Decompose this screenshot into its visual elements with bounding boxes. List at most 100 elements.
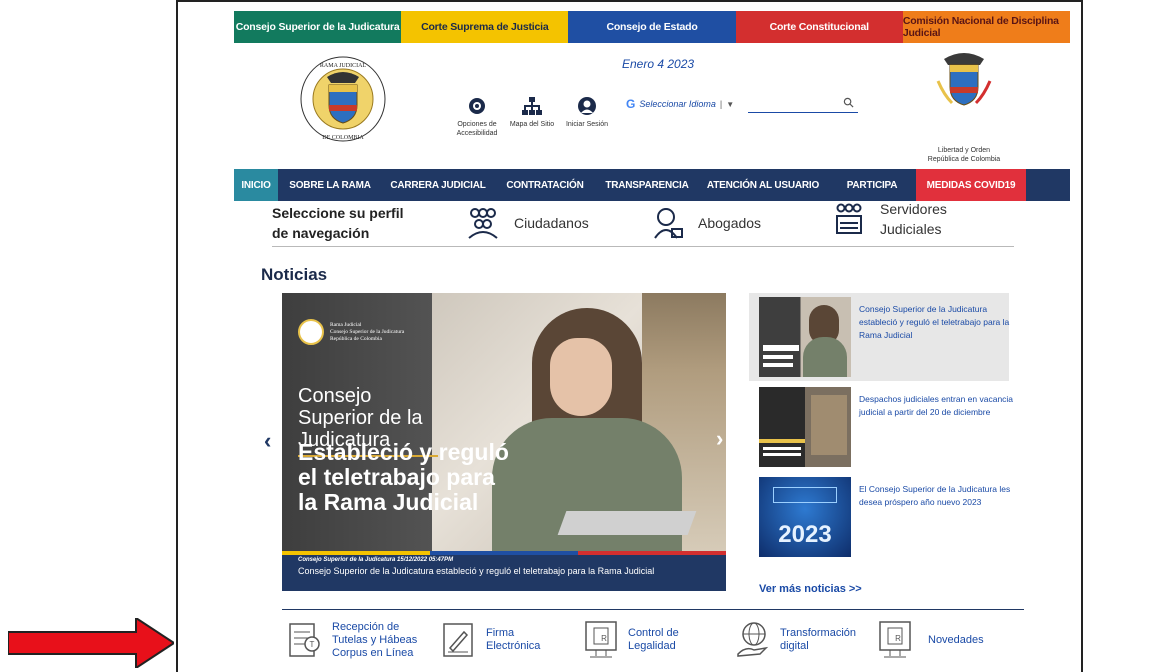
- topbar-link-comision-disciplina[interactable]: Comisión Nacional de Disciplina Judicial: [902, 11, 1071, 43]
- topbar-link-corte-suprema[interactable]: Corte Suprema de Justicia: [401, 11, 569, 43]
- slide-logo-text: Rama Judicial Consejo Superior de la Jud…: [330, 322, 404, 343]
- nav-item-medidas-covid19[interactable]: MEDIDAS COVID19: [916, 169, 1026, 201]
- service-label-firma: Firma Electrónica: [486, 627, 541, 652]
- profile-label-ciudadanos: Ciudadanos: [514, 215, 589, 231]
- news-side-text: Despachos judiciales entran en vacancia …: [859, 394, 1014, 417]
- user-icon: [578, 97, 596, 115]
- svg-text:T: T: [310, 640, 315, 649]
- google-g-icon: G: [626, 97, 636, 111]
- service-novedades[interactable]: R Novedades: [878, 620, 984, 660]
- news-thumbnail: [759, 297, 851, 377]
- chevron-down-icon: ▼: [726, 99, 735, 109]
- lawyer-icon: [654, 208, 683, 239]
- site-map-label: Mapa del Sitio: [509, 121, 555, 128]
- carousel-prev-button[interactable]: ‹: [264, 430, 271, 452]
- topbar-link-consejo-estado[interactable]: Consejo de Estado: [568, 11, 736, 43]
- news-side-text: Consejo Superior de la Judicatura establ…: [859, 304, 1010, 340]
- service-firma[interactable]: Firma Electrónica: [442, 620, 546, 660]
- svg-text:DE COLOMBIA: DE COLOMBIA: [322, 135, 364, 141]
- legal-doc-icon: R: [585, 621, 617, 658]
- news-section-title: Noticias: [261, 265, 328, 284]
- service-control-legalidad[interactable]: R Control de Legalidad: [584, 620, 688, 660]
- svg-text:R: R: [601, 634, 607, 643]
- language-separator: |: [719, 99, 723, 109]
- service-label-control: Control de Legalidad: [628, 627, 679, 652]
- coat-of-arms-caption: Libertad y Orden República de Colombia: [922, 146, 1006, 164]
- slide-logo-line-2: Consejo Superior de la Judicatura: [330, 328, 405, 335]
- services-bar: T Recepción de Tutelas y Hábeas Corpus e…: [282, 609, 1024, 672]
- globe-hand-icon: [737, 622, 769, 657]
- nav-filler: [1026, 169, 1070, 201]
- topbar-link-corte-constitucional[interactable]: Corte Constitucional: [735, 11, 903, 43]
- nav-item-transparencia[interactable]: TRANSPARENCIA: [596, 169, 698, 201]
- thumb-year-text: 2023: [778, 521, 832, 548]
- slide-seal-icon: [298, 319, 324, 345]
- tutela-icon: T: [289, 623, 320, 657]
- language-placeholder: Seleccionar Idioma: [639, 99, 716, 109]
- slide-caption-text: Consejo Superior de la Judicatura establ…: [298, 566, 655, 576]
- profile-option-abogados[interactable]: Abogados: [650, 207, 761, 239]
- slide-photo-laptop: [557, 511, 697, 535]
- nav-item-sobre-la-rama[interactable]: SOBRE LA RAMA: [278, 169, 382, 201]
- language-selector[interactable]: G Seleccionar Idioma | ▼: [626, 97, 734, 111]
- topbar-link-consejo-superior[interactable]: Consejo Superior de la Judicatura: [234, 11, 402, 43]
- search-icon[interactable]: [843, 97, 854, 108]
- carousel-next-button[interactable]: ›: [716, 428, 723, 450]
- profile-selector: Seleccione su perfil de navegación Ciuda…: [272, 201, 1014, 247]
- accessibility-options-button[interactable]: Opciones de Accesibilidad: [447, 96, 507, 138]
- red-arrow-annotation: [8, 618, 174, 668]
- svg-text:RAMA JUDICIAL: RAMA JUDICIAL: [320, 63, 367, 69]
- slide-heading-main: Estableció y reguló el teletrabajo para …: [298, 439, 509, 515]
- nav-item-contratacion[interactable]: CONTRATACIÓN: [494, 169, 596, 201]
- login-button[interactable]: Iniciar Sesión: [557, 96, 617, 129]
- news-carousel-slide[interactable]: Rama Judicial Consejo Superior de la Jud…: [282, 293, 726, 591]
- accessibility-label: Opciones de Accesibilidad: [456, 121, 498, 137]
- slide-logo-line-3: República de Colombia: [330, 335, 382, 342]
- signature-icon: [443, 623, 473, 657]
- news-side-item[interactable]: Consejo Superior de la Judicatura establ…: [749, 293, 1009, 381]
- slide-photo-face: [550, 338, 612, 416]
- news-doc-icon: R: [879, 621, 911, 658]
- more-news-link[interactable]: Ver más noticias >>: [759, 583, 862, 595]
- news-side-item[interactable]: 2023 El Consejo Superior de la Judicatur…: [749, 473, 1010, 561]
- main-navigation: INICIO SOBRE LA RAMA CARRERA JUDICIAL CO…: [234, 169, 1070, 201]
- caption-line-2: República de Colombia: [927, 156, 1001, 163]
- nav-item-inicio[interactable]: INICIO: [234, 169, 278, 201]
- rama-judicial-seal-logo[interactable]: RAMA JUDICIAL DE COLOMBIA: [299, 55, 387, 143]
- nav-item-participa[interactable]: PARTICIPA: [828, 169, 916, 201]
- news-side-text: El Consejo Superior de la Judicatura les…: [859, 484, 1011, 507]
- current-date: Enero 4 2023: [622, 57, 695, 71]
- page: Consejo Superior de la Judicatura Corte …: [234, 11, 1071, 659]
- slide-logo: Rama Judicial Consejo Superior de la Jud…: [298, 319, 404, 345]
- nav-item-carrera-judicial[interactable]: CARRERA JUDICIAL: [382, 169, 494, 201]
- service-tutelas[interactable]: T Recepción de Tutelas y Hábeas Corpus e…: [288, 620, 422, 660]
- service-label-novedades: Novedades: [928, 633, 984, 646]
- news-thumbnail: 2023: [759, 477, 851, 557]
- site-header: RAMA JUDICIAL DE COLOMBIA Enero 4 2023 O…: [234, 43, 1070, 169]
- search-input[interactable]: [748, 95, 858, 113]
- login-label: Iniciar Sesión: [565, 121, 609, 128]
- news-side-item[interactable]: Despachos judiciales entran en vacancia …: [749, 383, 1013, 471]
- profile-option-ciudadanos[interactable]: Ciudadanos: [466, 207, 589, 239]
- nav-item-atencion-usuario[interactable]: ATENCIÓN AL USUARIO: [698, 169, 828, 201]
- slide-meta: Consejo Superior de la Judicatura 15/12/…: [298, 557, 454, 563]
- profile-title: Seleccione su perfil de navegación: [272, 205, 404, 241]
- colombia-coat-of-arms-logo: [936, 53, 992, 106]
- eye-icon: [469, 98, 485, 114]
- slide-caption[interactable]: Consejo Superior de la Judicatura 15/12/…: [282, 555, 726, 591]
- sitemap-icon: [522, 97, 542, 115]
- news-side-list: Consejo Superior de la Judicatura establ…: [749, 293, 1013, 563]
- service-label-tutelas: Recepción de Tutelas y Hábeas Corpus en …: [332, 620, 418, 659]
- judicial-servants-icon: [836, 203, 862, 234]
- svg-text:R: R: [895, 634, 901, 643]
- caption-line-1: Libertad y Orden: [937, 147, 991, 154]
- profile-label-abogados: Abogados: [698, 215, 762, 231]
- service-transformacion[interactable]: Transformación digital: [736, 620, 870, 660]
- people-group-icon: [468, 208, 498, 239]
- top-institution-bar: Consejo Superior de la Judicatura Corte …: [234, 11, 1071, 43]
- site-map-button[interactable]: Mapa del Sitio: [502, 96, 562, 129]
- profile-label-servidores: Servidores Judiciales: [880, 201, 947, 237]
- profile-option-servidores[interactable]: Servidores Judiciales: [832, 199, 950, 239]
- news-thumbnail: [759, 387, 851, 467]
- browser-viewport: Consejo Superior de la Judicatura Corte …: [176, 0, 1083, 672]
